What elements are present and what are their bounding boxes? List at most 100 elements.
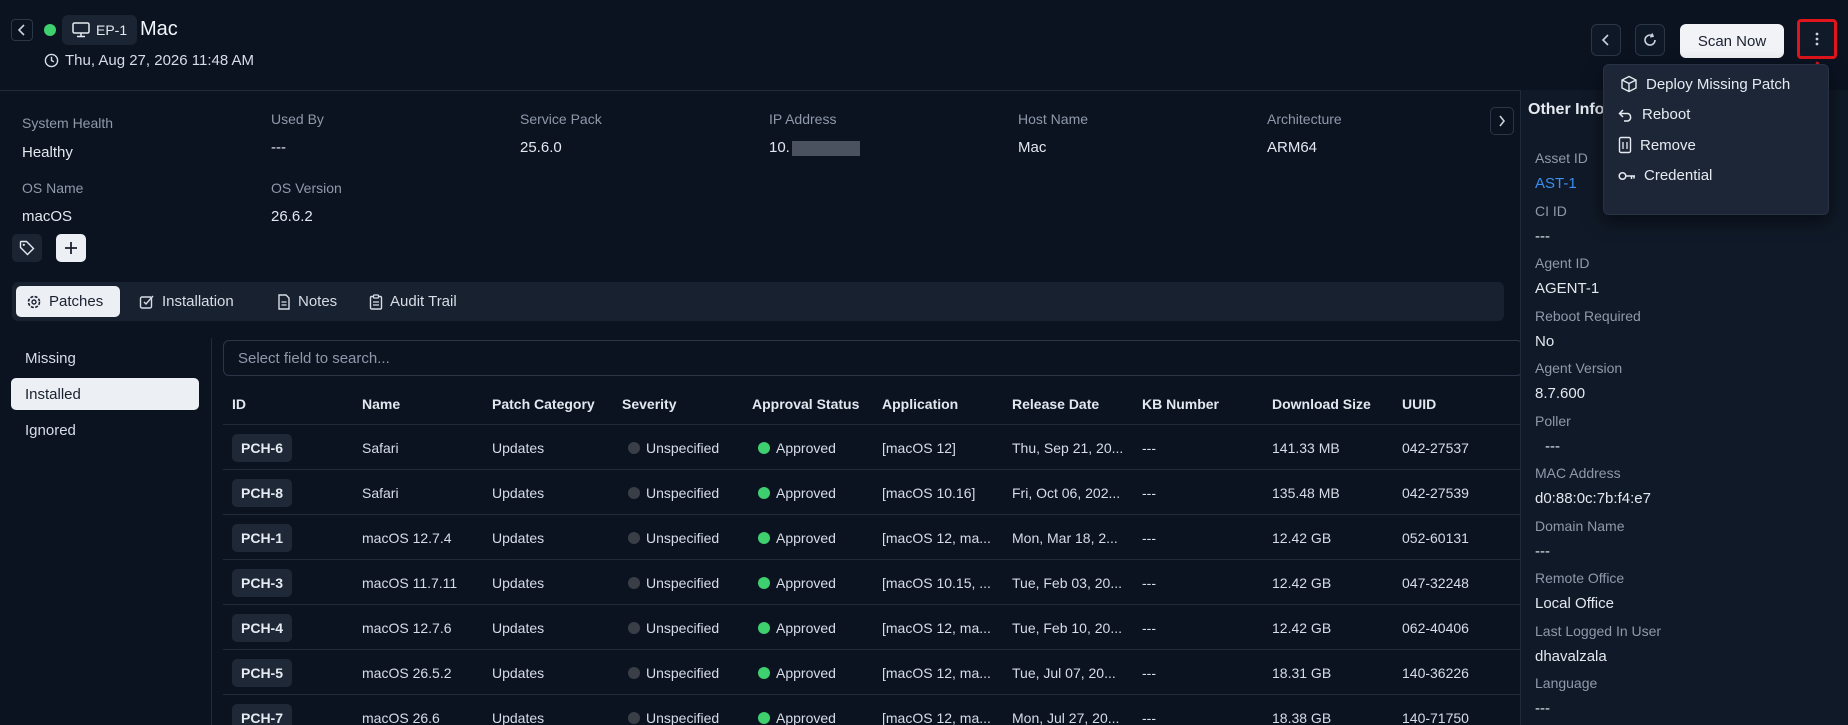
release-cell: Tue, Jul 07, 20... bbox=[1012, 664, 1116, 681]
category-cell: Updates bbox=[492, 529, 545, 546]
column-header[interactable]: UUID bbox=[1402, 396, 1436, 412]
tab-audit-trail[interactable]: Audit Trail bbox=[359, 286, 467, 317]
host-name-value: Mac bbox=[1018, 139, 1047, 156]
menu-item-reboot[interactable]: Reboot bbox=[1618, 106, 1690, 123]
application-cell: [macOS 12, ma... bbox=[882, 664, 991, 681]
size-cell: 12.42 GB bbox=[1272, 574, 1332, 591]
menu-item-label: Remove bbox=[1640, 136, 1696, 154]
tab-bar: Patches Installation Notes Audit Trail bbox=[12, 282, 1504, 321]
patch-id-chip[interactable]: PCH-8 bbox=[232, 478, 293, 507]
ip-prefix: 10. bbox=[769, 139, 790, 156]
last-seen-datetime: Thu, Aug 27, 2026 11:48 AM bbox=[65, 52, 255, 69]
menu-item-deploy-missing-patch[interactable]: Deploy Missing Patch bbox=[1620, 75, 1790, 93]
approval-cell: Approved bbox=[758, 425, 836, 470]
more-actions-button[interactable] bbox=[1797, 19, 1837, 59]
refresh-button[interactable] bbox=[1635, 24, 1665, 56]
column-header[interactable]: Release Date bbox=[1012, 396, 1099, 412]
column-header[interactable]: KB Number bbox=[1142, 396, 1219, 412]
previous-button[interactable] bbox=[1591, 24, 1621, 56]
patch-id-chip[interactable]: PCH-3 bbox=[232, 568, 293, 597]
subnav-missing[interactable]: Missing bbox=[11, 342, 199, 374]
patch-id-cell: PCH-4 bbox=[232, 605, 293, 650]
severity-indicator-dot bbox=[628, 666, 640, 679]
system-health-value: Healthy bbox=[22, 144, 73, 161]
severity-cell: Unspecified bbox=[628, 515, 719, 560]
menu-item-label: Reboot bbox=[1642, 106, 1691, 123]
severity-cell: Unspecified bbox=[628, 425, 719, 470]
menu-item-remove[interactable]: Remove bbox=[1618, 136, 1696, 154]
tags-button[interactable] bbox=[12, 234, 42, 262]
patch-id-chip[interactable]: PCH-6 bbox=[232, 433, 293, 462]
approval-indicator-dot bbox=[758, 531, 770, 544]
used-by-value: --- bbox=[271, 139, 286, 156]
kb-cell: --- bbox=[1142, 709, 1156, 725]
chevron-right-icon bbox=[1499, 115, 1506, 127]
size-cell: 12.42 GB bbox=[1272, 529, 1332, 546]
column-header[interactable]: Approval Status bbox=[752, 396, 859, 412]
kb-cell: --- bbox=[1142, 439, 1156, 456]
asset-id-link[interactable]: AST-1 bbox=[1535, 175, 1577, 192]
table-row[interactable]: PCH-8 Safari Updates Unspecified Approved [ma… bbox=[223, 469, 1523, 514]
expand-info-button[interactable] bbox=[1490, 107, 1514, 135]
actions-menu: Deploy Missing Patch Reboot Remove Crede… bbox=[1603, 64, 1829, 215]
patch-id-chip[interactable]: PCH-7 bbox=[232, 703, 293, 725]
patch-id-chip[interactable]: PCH-4 bbox=[232, 613, 293, 642]
table-row[interactable]: PCH-1 macOS 12.7.4 Updates Unspecified Appro… bbox=[223, 514, 1523, 559]
column-header[interactable]: Name bbox=[362, 396, 400, 412]
table-row[interactable]: PCH-4 macOS 12.7.6 Updates Unspecified Appro… bbox=[223, 604, 1523, 649]
vertical-dots-icon bbox=[1815, 32, 1819, 46]
severity-text: Unspecified bbox=[646, 574, 720, 591]
patch-id-chip[interactable]: PCH-1 bbox=[232, 523, 293, 552]
column-header[interactable]: Application bbox=[882, 396, 958, 412]
table-row[interactable]: PCH-6 Safari Updates Unspecified Approved [ma… bbox=[223, 424, 1523, 469]
menu-item-label: Credential bbox=[1644, 167, 1713, 184]
document-icon bbox=[278, 293, 290, 310]
table-row[interactable]: PCH-5 macOS 26.5.2 Updates Unspecified Appro… bbox=[223, 649, 1523, 694]
patch-id-chip[interactable]: PCH-5 bbox=[232, 658, 293, 687]
search-input[interactable]: Select field to search... bbox=[223, 340, 1523, 376]
install-icon bbox=[139, 295, 154, 309]
category-cell: Updates bbox=[492, 619, 545, 636]
plus-icon bbox=[65, 242, 77, 254]
service-pack-value: 25.6.0 bbox=[520, 139, 562, 156]
scan-now-button[interactable]: Scan Now bbox=[1680, 24, 1784, 58]
tab-patches[interactable]: Patches bbox=[16, 286, 120, 317]
menu-item-credential[interactable]: Credential bbox=[1618, 167, 1712, 184]
back-button[interactable] bbox=[11, 19, 33, 41]
system-health-label: System Health bbox=[22, 115, 114, 131]
patch-id-cell: PCH-5 bbox=[232, 650, 293, 695]
info-field-label: Language bbox=[1535, 675, 1598, 691]
severity-text: Unspecified bbox=[646, 529, 720, 546]
tab-notes[interactable]: Notes bbox=[267, 286, 347, 317]
column-header[interactable]: Patch Category bbox=[492, 396, 595, 412]
info-field-value: d0:88:0c:7b:f4:e7 bbox=[1535, 490, 1651, 507]
name-cell: macOS 26.6 bbox=[362, 709, 440, 725]
architecture-value: ARM64 bbox=[1267, 139, 1318, 156]
subnav-installed[interactable]: Installed bbox=[11, 378, 199, 410]
info-field-label: Last Logged In User bbox=[1535, 622, 1662, 639]
table-row[interactable]: PCH-7 macOS 26.6 Updates Unspecified Approve… bbox=[223, 694, 1523, 725]
table-row[interactable]: PCH-3 macOS 11.7.11 Updates Unspecified Appr… bbox=[223, 559, 1523, 604]
application-cell: [macOS 12, ma... bbox=[882, 709, 991, 725]
release-cell: Mon, Jul 27, 20... bbox=[1012, 709, 1120, 725]
tab-label: Installation bbox=[162, 293, 234, 310]
add-tag-button[interactable] bbox=[56, 234, 86, 262]
patch-id-cell: PCH-1 bbox=[232, 515, 293, 560]
column-header[interactable]: Severity bbox=[622, 396, 676, 412]
info-field-value: No bbox=[1535, 332, 1555, 350]
gear-icon bbox=[27, 295, 41, 308]
tab-installation[interactable]: Installation bbox=[129, 286, 244, 317]
info-field-label: Poller bbox=[1535, 412, 1571, 429]
severity-text: Unspecified bbox=[646, 664, 720, 681]
name-cell: macOS 26.5.2 bbox=[362, 664, 452, 681]
column-header[interactable]: Download Size bbox=[1272, 396, 1371, 412]
name-cell: Safari bbox=[362, 484, 399, 501]
info-field-label: Reboot Required bbox=[1535, 307, 1641, 324]
severity-indicator-dot bbox=[628, 621, 640, 634]
patch-id-cell: PCH-3 bbox=[232, 560, 293, 605]
severity-text: Unspecified bbox=[646, 484, 720, 501]
subnav-ignored[interactable]: Ignored bbox=[11, 414, 199, 446]
approval-indicator-dot bbox=[758, 711, 770, 724]
column-header[interactable]: ID bbox=[232, 396, 246, 412]
severity-indicator-dot bbox=[628, 576, 640, 589]
